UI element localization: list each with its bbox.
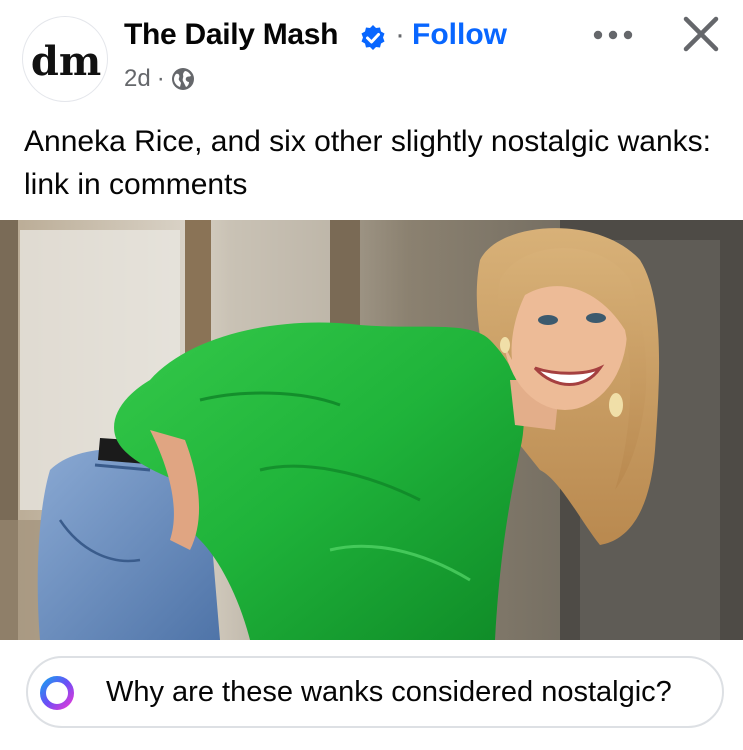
- daily-mash-logo: dm: [31, 38, 101, 85]
- timestamp[interactable]: 2d: [124, 65, 151, 93]
- meta-separator: ·: [156, 65, 165, 92]
- photo-image: [0, 220, 743, 640]
- meta-ai-prompt[interactable]: Why are these wanks considered nostalgic…: [26, 656, 724, 728]
- separator-dot: ·: [395, 18, 405, 51]
- page-avatar[interactable]: dm: [22, 16, 108, 102]
- close-icon[interactable]: [681, 14, 721, 54]
- post-caption: Anneka Rice, and six other slightly nost…: [24, 125, 712, 201]
- more-options-icon[interactable]: [588, 20, 638, 50]
- post-photo[interactable]: [0, 220, 743, 640]
- globe-icon: [171, 68, 194, 90]
- verified-badge-icon: [361, 25, 385, 50]
- logo-text: dm: [31, 38, 101, 85]
- post-meta: 2d ·: [124, 64, 195, 94]
- post-header: dm The Daily Mash · Follow 2d ·: [0, 0, 743, 112]
- follow-button[interactable]: Follow: [412, 18, 507, 52]
- meta-ai-prompt-text: Why are these wanks considered nostalgic…: [106, 676, 672, 708]
- page-name[interactable]: The Daily Mash: [124, 18, 339, 52]
- meta-ai-ring-icon: [40, 676, 74, 710]
